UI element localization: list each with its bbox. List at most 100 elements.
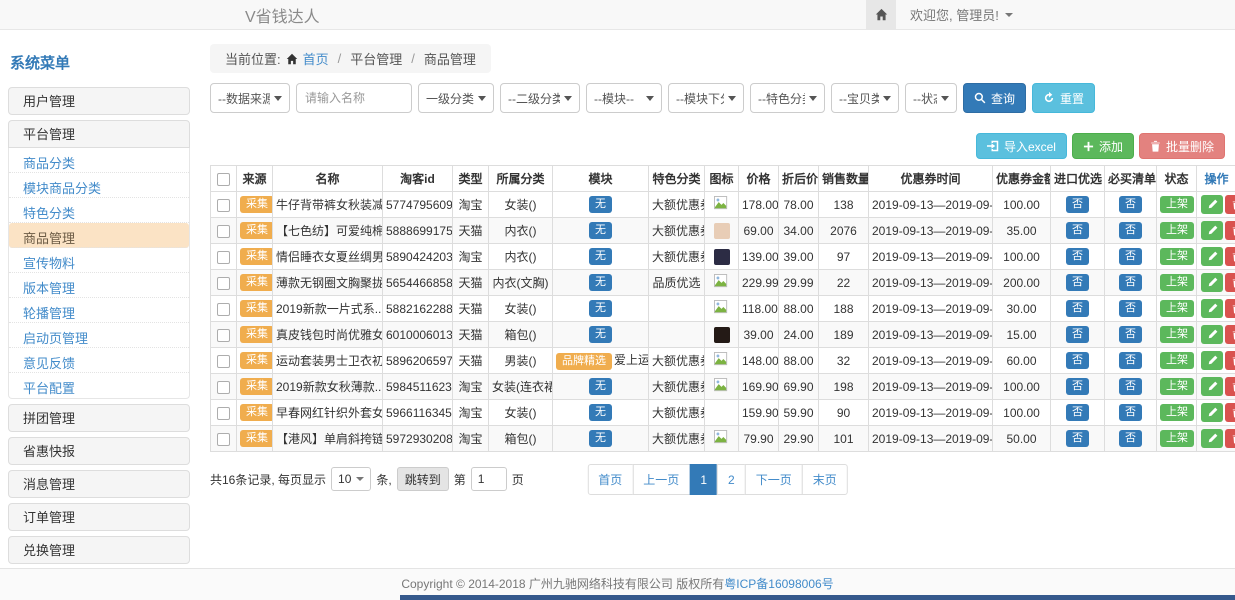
import-select-toggle[interactable]: 否 — [1066, 248, 1089, 265]
edit-button[interactable] — [1201, 247, 1223, 266]
import-select-toggle[interactable]: 否 — [1066, 378, 1089, 395]
row-checkbox[interactable] — [217, 433, 230, 446]
sidebar-group-6[interactable]: 兑换管理 — [8, 536, 190, 564]
delete-button[interactable] — [1225, 325, 1235, 344]
row-checkbox[interactable] — [217, 277, 230, 290]
status-toggle[interactable]: 上架 — [1160, 378, 1194, 395]
user-menu[interactable]: 欢迎您, 管理员! — [910, 5, 1013, 24]
per-page-select[interactable]: 10 — [331, 467, 371, 491]
must-buy-toggle[interactable]: 否 — [1119, 378, 1142, 395]
reset-button[interactable]: 重置 — [1032, 83, 1095, 113]
status-toggle[interactable]: 上架 — [1160, 352, 1194, 369]
import-select-toggle[interactable]: 否 — [1066, 326, 1089, 343]
level2-category-select[interactable]: --二级分类-- — [500, 83, 580, 113]
delete-button[interactable] — [1225, 377, 1235, 396]
edit-button[interactable] — [1201, 195, 1223, 214]
row-checkbox[interactable] — [217, 381, 230, 394]
sidebar-item-1-5[interactable]: 版本管理 — [9, 273, 189, 298]
edit-button[interactable] — [1201, 221, 1223, 240]
delete-button[interactable] — [1225, 429, 1235, 448]
sidebar-item-1-4[interactable]: 宣传物料 — [9, 248, 189, 273]
delete-button[interactable] — [1225, 403, 1235, 422]
icp-link[interactable]: 粤ICP备16098006号 — [724, 577, 833, 591]
page-button-下一页[interactable]: 下一页 — [745, 464, 803, 495]
home-button[interactable] — [866, 0, 896, 30]
page-number-input[interactable] — [471, 467, 507, 491]
page-button-末页[interactable]: 末页 — [802, 464, 848, 495]
sidebar-group-2[interactable]: 拼团管理 — [8, 404, 190, 432]
must-buy-toggle[interactable]: 否 — [1119, 248, 1142, 265]
data-source-select[interactable]: --数据来源-- — [210, 83, 290, 113]
status-toggle[interactable]: 上架 — [1160, 300, 1194, 317]
edit-button[interactable] — [1201, 403, 1223, 422]
name-search-input[interactable] — [296, 83, 412, 113]
feature-category-select[interactable]: --特色分类-- — [750, 83, 825, 113]
must-buy-toggle[interactable]: 否 — [1119, 196, 1142, 213]
search-button[interactable]: 查询 — [963, 83, 1026, 113]
sidebar-group-0[interactable]: 用户管理 — [8, 87, 190, 115]
status-toggle[interactable]: 上架 — [1160, 196, 1194, 213]
delete-button[interactable] — [1225, 195, 1235, 214]
row-checkbox[interactable] — [217, 329, 230, 342]
module-subcategory-select[interactable]: --模块下分类-- — [668, 83, 744, 113]
import-select-toggle[interactable]: 否 — [1066, 196, 1089, 213]
status-toggle[interactable]: 上架 — [1160, 248, 1194, 265]
status-select[interactable]: --状态-- — [905, 83, 957, 113]
row-checkbox[interactable] — [217, 407, 230, 420]
sidebar-group-1[interactable]: 平台管理 — [8, 120, 190, 148]
row-checkbox[interactable] — [217, 251, 230, 264]
must-buy-toggle[interactable]: 否 — [1119, 404, 1142, 421]
sidebar-item-1-1[interactable]: 模块商品分类 — [9, 173, 189, 198]
sidebar-group-5[interactable]: 订单管理 — [8, 503, 190, 531]
item-type-select[interactable]: --宝贝类型-- — [831, 83, 899, 113]
edit-button[interactable] — [1201, 429, 1223, 448]
row-checkbox[interactable] — [217, 225, 230, 238]
edit-button[interactable] — [1201, 325, 1223, 344]
import-select-toggle[interactable]: 否 — [1066, 300, 1089, 317]
sidebar-item-1-7[interactable]: 启动页管理 — [9, 323, 189, 348]
import-select-toggle[interactable]: 否 — [1066, 222, 1089, 239]
page-button-1[interactable]: 1 — [689, 464, 718, 495]
must-buy-toggle[interactable]: 否 — [1119, 352, 1142, 369]
jump-button[interactable]: 跳转到 — [397, 467, 449, 491]
breadcrumb-home-link[interactable]: 首页 — [303, 49, 329, 68]
batch-delete-button[interactable]: 批量删除 — [1139, 133, 1225, 159]
import-select-toggle[interactable]: 否 — [1066, 274, 1089, 291]
delete-button[interactable] — [1225, 221, 1235, 240]
sidebar-item-1-2[interactable]: 特色分类 — [9, 198, 189, 223]
must-buy-toggle[interactable]: 否 — [1119, 326, 1142, 343]
row-checkbox[interactable] — [217, 355, 230, 368]
page-button-首页[interactable]: 首页 — [587, 464, 633, 495]
edit-button[interactable] — [1201, 273, 1223, 292]
sidebar-item-1-3[interactable]: 商品管理 — [9, 223, 189, 248]
edit-button[interactable] — [1201, 299, 1223, 318]
delete-button[interactable] — [1225, 299, 1235, 318]
status-toggle[interactable]: 上架 — [1160, 404, 1194, 421]
status-toggle[interactable]: 上架 — [1160, 326, 1194, 343]
sidebar-item-1-0[interactable]: 商品分类 — [9, 148, 189, 173]
row-checkbox[interactable] — [217, 303, 230, 316]
edit-button[interactable] — [1201, 351, 1223, 370]
delete-button[interactable] — [1225, 351, 1235, 370]
select-all-checkbox[interactable] — [217, 173, 230, 186]
status-toggle[interactable]: 上架 — [1160, 222, 1194, 239]
import-select-toggle[interactable]: 否 — [1066, 352, 1089, 369]
status-toggle[interactable]: 上架 — [1160, 274, 1194, 291]
import-select-toggle[interactable]: 否 — [1066, 404, 1089, 421]
delete-button[interactable] — [1225, 247, 1235, 266]
must-buy-toggle[interactable]: 否 — [1119, 430, 1142, 447]
sidebar-item-1-9[interactable]: 平台配置 — [9, 373, 189, 398]
module-select[interactable]: --模块-- — [586, 83, 662, 113]
page-button-上一页[interactable]: 上一页 — [632, 464, 690, 495]
status-toggle[interactable]: 上架 — [1160, 430, 1194, 447]
add-button[interactable]: 添加 — [1072, 133, 1134, 159]
sidebar-group-4[interactable]: 消息管理 — [8, 470, 190, 498]
sidebar-item-1-6[interactable]: 轮播管理 — [9, 298, 189, 323]
level1-category-select[interactable]: 一级分类 — [418, 83, 494, 113]
must-buy-toggle[interactable]: 否 — [1119, 300, 1142, 317]
sidebar-item-1-8[interactable]: 意见反馈 — [9, 348, 189, 373]
row-checkbox[interactable] — [217, 199, 230, 212]
sidebar-group-3[interactable]: 省惠快报 — [8, 437, 190, 465]
must-buy-toggle[interactable]: 否 — [1119, 274, 1142, 291]
import-excel-button[interactable]: 导入excel — [976, 133, 1067, 159]
